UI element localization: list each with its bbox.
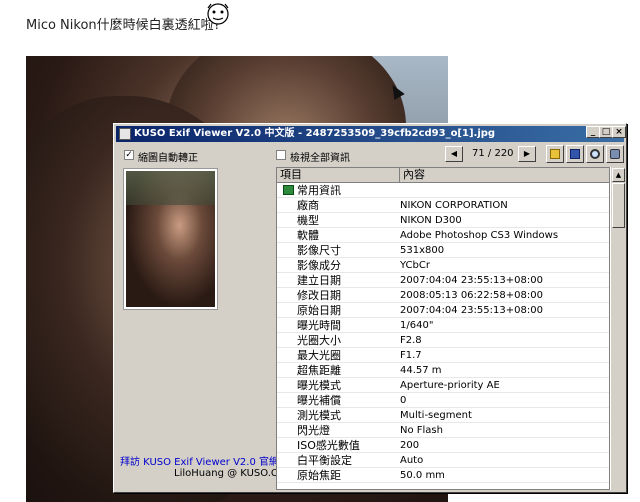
table-row[interactable]: 閃光燈 No Flash bbox=[277, 423, 609, 438]
gear-icon bbox=[610, 149, 620, 159]
settings-button[interactable] bbox=[606, 145, 624, 163]
open-folder-button[interactable] bbox=[546, 145, 564, 163]
vertical-scrollbar[interactable]: ▲ bbox=[610, 167, 625, 490]
scroll-up-button[interactable]: ▲ bbox=[612, 168, 625, 182]
table-header: 項目 內容 bbox=[277, 168, 609, 183]
field-value: Multi-segment bbox=[400, 410, 472, 421]
field-value: 0 bbox=[400, 395, 407, 406]
field-value: F2.8 bbox=[400, 335, 422, 346]
field-name: 軟體 bbox=[297, 229, 319, 242]
author-credit: LiloHuang @ KUSO.CC bbox=[174, 468, 285, 479]
field-value: 44.57 m bbox=[400, 365, 442, 376]
field-name: 原始焦距 bbox=[297, 469, 341, 482]
group-label: 常用資訊 bbox=[297, 184, 341, 197]
table-row[interactable]: 曝光時間 1/640" bbox=[277, 318, 609, 333]
field-name: 測光模式 bbox=[297, 409, 341, 422]
exif-table: 項目 內容 常用資訊 廠商 NIKON CORPORATION 機型 NIKON D3… bbox=[276, 167, 610, 490]
table-row[interactable]: 原始焦距 50.0 mm bbox=[277, 468, 609, 483]
field-name: 光圈大小 bbox=[297, 334, 341, 347]
prev-image-button[interactable]: ◀ bbox=[445, 146, 463, 162]
table-row[interactable]: 曝光補償 0 bbox=[277, 393, 609, 408]
table-row[interactable]: 修改日期 2008:05:13 06:22:58+08:00 bbox=[277, 288, 609, 303]
field-name: 超焦距離 bbox=[297, 364, 341, 377]
field-value: 200 bbox=[400, 440, 420, 451]
auto-rotate-checkbox[interactable]: ✓ bbox=[124, 150, 134, 160]
show-all-label: 檢視全部資訊 bbox=[290, 153, 350, 164]
field-name: ISO感光數值 bbox=[297, 439, 360, 452]
field-name: 機型 bbox=[297, 214, 319, 227]
exif-viewer-window: KUSO Exif Viewer V2.0 中文版 - 2487253509_3… bbox=[113, 123, 627, 493]
table-row[interactable]: 廠商 NIKON CORPORATION bbox=[277, 198, 609, 213]
field-name: 白平衡設定 bbox=[297, 454, 352, 467]
folder-icon bbox=[550, 149, 560, 159]
emoticon-icon bbox=[207, 3, 229, 25]
official-site-link[interactable]: 拜訪 KUSO Exif Viewer V2.0 官網 bbox=[120, 453, 279, 468]
app-icon bbox=[119, 128, 131, 140]
blog-page: Mico Nikon什麼時候白裏透紅啦? KUSO Exif Viewer V2… bbox=[0, 0, 640, 502]
table-row[interactable]: 測光模式 Multi-segment bbox=[277, 408, 609, 423]
save-icon bbox=[570, 149, 580, 159]
field-name: 影像尺寸 bbox=[297, 244, 341, 257]
close-button[interactable]: × bbox=[612, 126, 626, 138]
group-row[interactable]: 常用資訊 bbox=[277, 183, 609, 198]
table-row[interactable]: 建立日期 2007:04:04 23:55:13+08:00 bbox=[277, 273, 609, 288]
table-row[interactable]: 影像尺寸 531x800 bbox=[277, 243, 609, 258]
minimize-button[interactable]: _ bbox=[586, 126, 600, 138]
table-row[interactable]: 機型 NIKON D300 bbox=[277, 213, 609, 228]
window-titlebar[interactable]: KUSO Exif Viewer V2.0 中文版 - 2487253509_3… bbox=[116, 126, 624, 142]
column-header-content[interactable]: 內容 bbox=[400, 168, 609, 183]
auto-rotate-label: 縮圖自動轉正 bbox=[138, 153, 198, 164]
scrollbar-thumb[interactable] bbox=[612, 183, 625, 228]
zoom-button[interactable] bbox=[586, 145, 604, 163]
field-name: 閃光燈 bbox=[297, 424, 330, 437]
field-name: 廠商 bbox=[297, 199, 319, 212]
window-title: KUSO Exif Viewer V2.0 中文版 - 2487253509_3… bbox=[134, 128, 496, 139]
field-value: YCbCr bbox=[400, 260, 430, 271]
field-value: F1.7 bbox=[400, 350, 422, 361]
maximize-button[interactable]: □ bbox=[599, 126, 613, 138]
next-image-button[interactable]: ▶ bbox=[518, 146, 536, 162]
table-row[interactable]: 曝光模式 Aperture-priority AE bbox=[277, 378, 609, 393]
field-name: 最大光圈 bbox=[297, 349, 341, 362]
image-counter: 71 / 220 bbox=[472, 148, 514, 159]
field-name: 影像成分 bbox=[297, 259, 341, 272]
field-value: 2007:04:04 23:55:13+08:00 bbox=[400, 305, 543, 316]
field-name: 修改日期 bbox=[297, 289, 341, 302]
table-row[interactable]: 原始日期 2007:04:04 23:55:13+08:00 bbox=[277, 303, 609, 318]
field-value: Adobe Photoshop CS3 Windows bbox=[400, 230, 559, 241]
table-row[interactable]: 最大光圈 F1.7 bbox=[277, 348, 609, 363]
field-value: Aperture-priority AE bbox=[400, 380, 500, 391]
table-row[interactable]: 光圈大小 F2.8 bbox=[277, 333, 609, 348]
field-value: NIKON CORPORATION bbox=[400, 200, 508, 211]
show-all-checkbox[interactable] bbox=[276, 150, 286, 160]
field-value: 2008:05:13 06:22:58+08:00 bbox=[400, 290, 543, 301]
field-value: 2007:04:04 23:55:13+08:00 bbox=[400, 275, 543, 286]
field-value: 1/640" bbox=[400, 320, 434, 331]
table-row[interactable]: 影像成分 YCbCr bbox=[277, 258, 609, 273]
post-title: Mico Nikon什麼時候白裏透紅啦? bbox=[26, 18, 221, 33]
field-name: 曝光補償 bbox=[297, 394, 341, 407]
field-value: 531x800 bbox=[400, 245, 445, 256]
magnifier-icon bbox=[590, 149, 600, 159]
field-value: NIKON D300 bbox=[400, 215, 462, 226]
thumbnail-picture bbox=[126, 171, 215, 307]
table-row[interactable]: 白平衡設定 Auto bbox=[277, 453, 609, 468]
field-value: 50.0 mm bbox=[400, 470, 445, 481]
table-row[interactable]: 超焦距離 44.57 m bbox=[277, 363, 609, 378]
group-icon bbox=[283, 185, 294, 195]
field-name: 原始日期 bbox=[297, 304, 341, 317]
field-value: Auto bbox=[400, 455, 424, 466]
table-row[interactable]: ISO感光數值 200 bbox=[277, 438, 609, 453]
field-name: 建立日期 bbox=[297, 274, 341, 287]
save-button[interactable] bbox=[566, 145, 584, 163]
field-value: No Flash bbox=[400, 425, 443, 436]
image-thumbnail[interactable] bbox=[123, 168, 218, 310]
field-name: 曝光模式 bbox=[297, 379, 341, 392]
field-name: 曝光時間 bbox=[297, 319, 341, 332]
column-header-item[interactable]: 項目 bbox=[277, 168, 400, 183]
table-row[interactable]: 軟體 Adobe Photoshop CS3 Windows bbox=[277, 228, 609, 243]
